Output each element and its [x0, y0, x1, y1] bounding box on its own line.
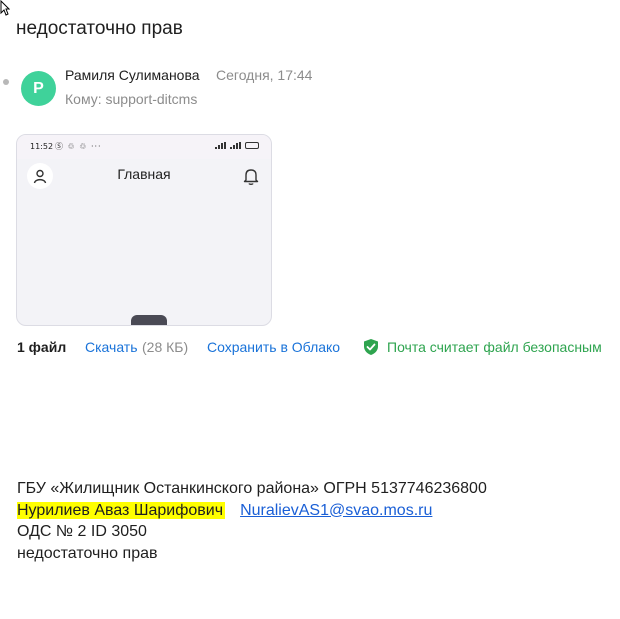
shield-check-icon: [364, 339, 378, 355]
ods-line: ОДС № 2 ID 3050: [17, 523, 147, 540]
organization-line: ГБУ «Жилищник Останкинского района» ОГРН…: [17, 480, 487, 497]
phone-screen-title: Главная: [117, 166, 171, 182]
download-link[interactable]: Скачать: [85, 339, 138, 355]
phone-status-bar: 11:52 Ⓢ ♲ ♲ ···: [17, 135, 271, 159]
document-icon: [131, 315, 167, 325]
status-time: 11:52: [30, 142, 54, 151]
body-message-line: недостаточно прав: [17, 544, 158, 562]
message-subject: недостаточно прав: [16, 18, 183, 39]
recipient-label: Кому:: [65, 91, 102, 107]
bell-icon: [243, 169, 259, 186]
phone-app-header: Главная: [17, 159, 271, 195]
save-to-cloud-link[interactable]: Сохранить в Облако: [207, 339, 340, 355]
recipient-address[interactable]: support-ditcms: [106, 91, 198, 107]
attachment-size: (28 КБ): [142, 339, 189, 355]
recipient-line: Кому: support-ditcms: [65, 91, 197, 107]
contact-line: Нурилиев Аваз Шарифович NuralievAS1@svao.…: [17, 500, 487, 522]
battery-icon: [245, 142, 259, 149]
safe-file-notice: Почта считает файл безопасным: [387, 339, 602, 355]
mouse-cursor-icon: [0, 0, 10, 16]
cell-signal-icon: [230, 142, 241, 149]
unread-indicator-icon[interactable]: [3, 79, 9, 85]
highlighted-name: Нурилиев Аваз Шарифович: [17, 501, 226, 519]
status-notification-icons: Ⓢ ♲ ♲ ···: [55, 142, 102, 151]
sender-name[interactable]: Рамиля Сулиманова: [65, 67, 200, 83]
wifi-signal-icon: [215, 142, 226, 149]
email-link[interactable]: NuralievAS1@svao.mos.ru: [240, 502, 432, 519]
message-date: Сегодня, 17:44: [216, 67, 313, 83]
attachment-thumbnail[interactable]: 11:52 Ⓢ ♲ ♲ ··· Главная: [16, 134, 272, 326]
message-body: ГБУ «Жилищник Останкинского района» ОГРН…: [17, 478, 487, 564]
status-right-icons: [215, 142, 259, 149]
attachment-toolbar: 1 файл Скачать (28 КБ) Сохранить в Облак…: [16, 339, 616, 357]
attachment-count: 1 файл: [17, 339, 67, 355]
sender-avatar[interactable]: Р: [21, 71, 56, 106]
